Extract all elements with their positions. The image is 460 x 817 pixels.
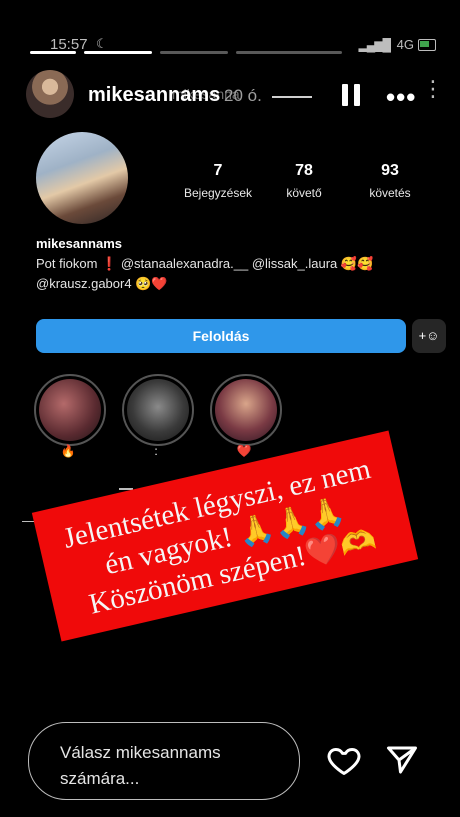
stat-label: Bejegyzések: [183, 186, 253, 200]
add-user-icon: +☺: [412, 319, 446, 353]
highlight-circle: [122, 374, 194, 446]
story-username[interactable]: mikesannams: [88, 84, 220, 107]
moon-icon: ☾: [96, 36, 108, 51]
network-label: 4G: [396, 37, 414, 52]
send-icon[interactable]: [384, 742, 420, 778]
highlight-label: ❤️: [236, 444, 252, 458]
close-icon[interactable]: ⋮: [422, 76, 444, 102]
more-icon[interactable]: •••: [386, 82, 416, 113]
pause-icon[interactable]: [342, 84, 360, 106]
story-progress-segment: [236, 51, 342, 54]
story-progress-segment: [84, 51, 152, 54]
highlight-circle: [210, 374, 282, 446]
profile-name: mikesannams: [36, 236, 122, 251]
story-progress-segment: [160, 51, 228, 54]
stat-value: 7: [213, 162, 223, 179]
stat-following: 93 követés: [345, 162, 435, 200]
signal-icon: ▂▄▆█: [358, 38, 391, 52]
reply-placeholder: Válasz mikesannams számára...: [60, 743, 221, 788]
story-avatar[interactable]: [26, 70, 74, 118]
story-progress-segment: [30, 51, 76, 54]
stat-posts: 7 Bejegyzések: [173, 162, 263, 200]
stat-label: követő: [286, 186, 322, 200]
header-line: [272, 96, 312, 98]
stat-value: 93: [381, 162, 399, 179]
story-frame: 15:57 ☾ ▂▄▆█ 4G mikesanna mikesannams 20…: [0, 0, 460, 817]
profile-bio-line: @krausz.gabor4 🥺❤️: [36, 276, 168, 291]
story-age: 20 ó.: [224, 86, 262, 105]
profile-bio-line: Pot fiokom ❗ @stanaalexanadra.__ @lissak…: [36, 256, 374, 271]
stat-label: követés: [369, 186, 411, 200]
stat-value: 78: [295, 162, 313, 179]
profile-avatar: [36, 132, 128, 224]
story-header: mikesanna mikesannams 20 ó. ••• ⋮: [26, 70, 444, 120]
unblock-button: Feloldás: [36, 319, 406, 353]
highlight-label: :: [154, 444, 158, 458]
heart-icon[interactable]: [326, 742, 362, 778]
battery-icon: [418, 39, 436, 51]
highlight-circle: [34, 374, 106, 446]
stat-followers: 78 követő: [259, 162, 349, 200]
highlight-label: 🔥: [60, 444, 76, 458]
